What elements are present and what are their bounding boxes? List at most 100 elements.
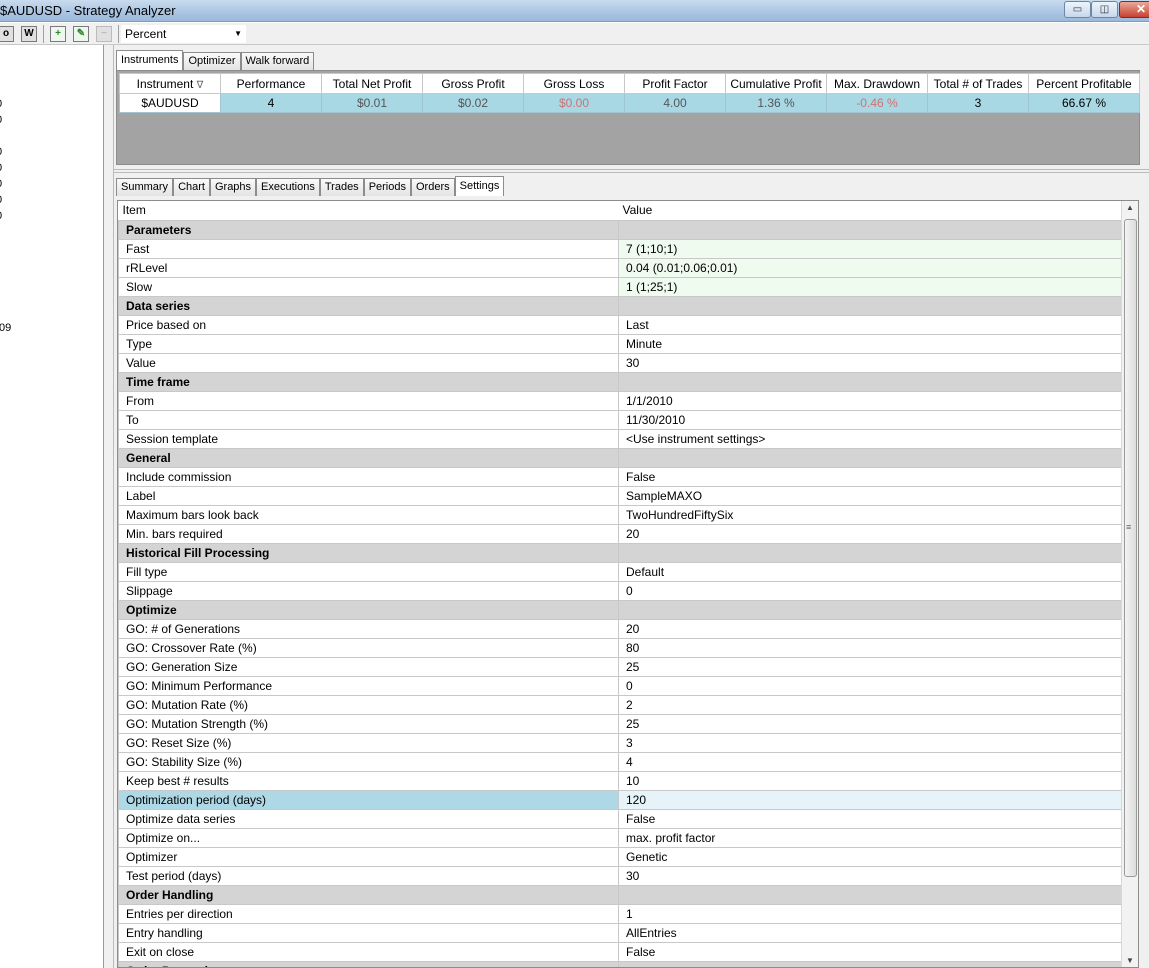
- column-header[interactable]: Performance: [220, 73, 322, 94]
- setting-value[interactable]: 30: [618, 352, 1123, 373]
- tab-optimizer[interactable]: Optimizer: [183, 52, 241, 70]
- horizontal-splitter[interactable]: [114, 169, 1149, 173]
- column-header[interactable]: Total # of Trades: [927, 73, 1029, 94]
- scrollbar-thumb[interactable]: [1124, 219, 1137, 877]
- setting-value[interactable]: Minute: [618, 333, 1123, 354]
- scroll-down-icon[interactable]: ▼: [1126, 956, 1134, 965]
- setting-value[interactable]: Genetic: [618, 846, 1123, 867]
- setting-value[interactable]: 0: [618, 580, 1123, 601]
- setting-value[interactable]: 20: [618, 618, 1123, 639]
- settings-row[interactable]: GO: Mutation Rate (%) 2: [118, 694, 1123, 715]
- setting-value[interactable]: 80: [618, 637, 1123, 658]
- column-header[interactable]: Gross Profit: [422, 73, 524, 94]
- settings-row[interactable]: Optimization period (days) 120: [118, 789, 1123, 810]
- setting-value[interactable]: <Use instrument settings>: [618, 428, 1123, 449]
- column-header[interactable]: Max. Drawdown: [826, 73, 928, 94]
- settings-category-row[interactable]: Optimize: [118, 599, 1123, 620]
- display-unit-select[interactable]: Percent ▼: [121, 25, 246, 43]
- setting-value[interactable]: Last: [618, 314, 1123, 335]
- settings-category-row[interactable]: General: [118, 447, 1123, 468]
- setting-value[interactable]: 11/30/2010: [618, 409, 1123, 430]
- settings-row[interactable]: Slow 1 (1;25;1): [118, 276, 1123, 297]
- settings-category-row[interactable]: Time frame: [118, 371, 1123, 392]
- instrument-row[interactable]: $AUDUSD 4 $0.01 $0.02 $0.00 4.00 1.36 % …: [119, 93, 1140, 113]
- setting-value[interactable]: 25: [618, 656, 1123, 677]
- setting-value[interactable]: TwoHundredFiftySix: [618, 504, 1123, 525]
- settings-row[interactable]: Test period (days) 30: [118, 865, 1123, 886]
- column-header-item[interactable]: Item: [118, 201, 619, 221]
- setting-value[interactable]: False: [618, 808, 1123, 829]
- column-header-value[interactable]: Value: [618, 201, 1123, 221]
- settings-row[interactable]: GO: Generation Size 25: [118, 656, 1123, 677]
- settings-row[interactable]: GO: Mutation Strength (%) 25: [118, 713, 1123, 734]
- tab-instruments[interactable]: Instruments: [116, 50, 184, 70]
- tab-orders[interactable]: Orders: [410, 178, 455, 196]
- column-header[interactable]: Instrument ∇: [119, 73, 221, 94]
- setting-value[interactable]: AllEntries: [618, 922, 1123, 943]
- settings-row[interactable]: Session template <Use instrument settings…: [118, 428, 1123, 449]
- settings-row[interactable]: Value 30: [118, 352, 1123, 373]
- settings-row[interactable]: Keep best # results 10: [118, 770, 1123, 791]
- settings-row[interactable]: Fill type Default: [118, 561, 1123, 582]
- setting-value[interactable]: False: [618, 466, 1123, 487]
- edit-icon[interactable]: ✎: [73, 26, 89, 42]
- setting-value[interactable]: Default: [618, 561, 1123, 582]
- settings-row[interactable]: GO: Stability Size (%) 4: [118, 751, 1123, 772]
- setting-value[interactable]: 20: [618, 523, 1123, 544]
- settings-row[interactable]: Include commission False: [118, 466, 1123, 487]
- tab-executions[interactable]: Executions: [256, 178, 320, 196]
- column-header[interactable]: Total Net Profit: [321, 73, 423, 94]
- setting-value[interactable]: 0: [618, 675, 1123, 696]
- settings-row[interactable]: GO: Crossover Rate (%) 80: [118, 637, 1123, 658]
- setting-value[interactable]: 25: [618, 713, 1123, 734]
- tab-summary[interactable]: Summary: [116, 178, 174, 196]
- panel-splitter[interactable]: [104, 45, 114, 968]
- add-icon[interactable]: +: [50, 26, 66, 42]
- setting-value[interactable]: False: [618, 941, 1123, 962]
- minimize-button[interactable]: ▭: [1064, 1, 1091, 18]
- toolbar-w-button[interactable]: W: [21, 26, 37, 42]
- settings-category-row[interactable]: Parameters: [118, 219, 1123, 240]
- settings-row[interactable]: rRLevel 0.04 (0.01;0.06;0.01): [118, 257, 1123, 278]
- maximize-button[interactable]: ◫: [1091, 1, 1118, 18]
- settings-category-row[interactable]: Historical Fill Processing: [118, 542, 1123, 563]
- settings-row[interactable]: Slippage 0: [118, 580, 1123, 601]
- setting-value[interactable]: 3: [618, 732, 1123, 753]
- settings-row[interactable]: Label SampleMAXO: [118, 485, 1123, 506]
- settings-row[interactable]: To 11/30/2010: [118, 409, 1123, 430]
- settings-row[interactable]: GO: Reset Size (%) 3: [118, 732, 1123, 753]
- settings-row[interactable]: Price based on Last: [118, 314, 1123, 335]
- settings-category-row[interactable]: Order Properties: [118, 960, 1123, 967]
- toolbar-o-button[interactable]: o: [0, 26, 14, 42]
- tab-periods[interactable]: Periods: [363, 178, 411, 196]
- settings-row[interactable]: Entries per direction 1: [118, 903, 1123, 924]
- setting-value[interactable]: 120: [618, 789, 1123, 810]
- settings-row[interactable]: Min. bars required 20: [118, 523, 1123, 544]
- setting-value[interactable]: 4: [618, 751, 1123, 772]
- setting-value[interactable]: 7 (1;10;1): [618, 238, 1123, 259]
- setting-value[interactable]: 10: [618, 770, 1123, 791]
- settings-row[interactable]: Entry handling AllEntries: [118, 922, 1123, 943]
- column-header[interactable]: Profit Factor: [624, 73, 726, 94]
- tab-settings[interactable]: Settings: [454, 176, 505, 196]
- column-header[interactable]: Gross Loss: [523, 73, 625, 94]
- scroll-up-icon[interactable]: ▲: [1126, 203, 1134, 212]
- settings-row[interactable]: Type Minute: [118, 333, 1123, 354]
- tab-chart[interactable]: Chart: [173, 178, 210, 196]
- setting-value[interactable]: SampleMAXO: [618, 485, 1123, 506]
- settings-row[interactable]: Optimizer Genetic: [118, 846, 1123, 867]
- tab-trades[interactable]: Trades: [319, 178, 364, 196]
- settings-row[interactable]: GO: Minimum Performance 0: [118, 675, 1123, 696]
- setting-value[interactable]: 0.04 (0.01;0.06;0.01): [618, 257, 1123, 278]
- settings-row[interactable]: From 1/1/2010: [118, 390, 1123, 411]
- settings-category-row[interactable]: Data series: [118, 295, 1123, 316]
- settings-row[interactable]: Maximum bars look back TwoHundredFiftySix: [118, 504, 1123, 525]
- settings-row[interactable]: Optimize data series False: [118, 808, 1123, 829]
- settings-row[interactable]: Fast 7 (1;10;1): [118, 238, 1123, 259]
- settings-row[interactable]: Optimize on... max. profit factor: [118, 827, 1123, 848]
- setting-value[interactable]: 1 (1;25;1): [618, 276, 1123, 297]
- tab-graphs[interactable]: Graphs: [209, 178, 257, 196]
- setting-value[interactable]: 1/1/2010: [618, 390, 1123, 411]
- settings-row[interactable]: GO: # of Generations 20: [118, 618, 1123, 639]
- setting-value[interactable]: 1: [618, 903, 1123, 924]
